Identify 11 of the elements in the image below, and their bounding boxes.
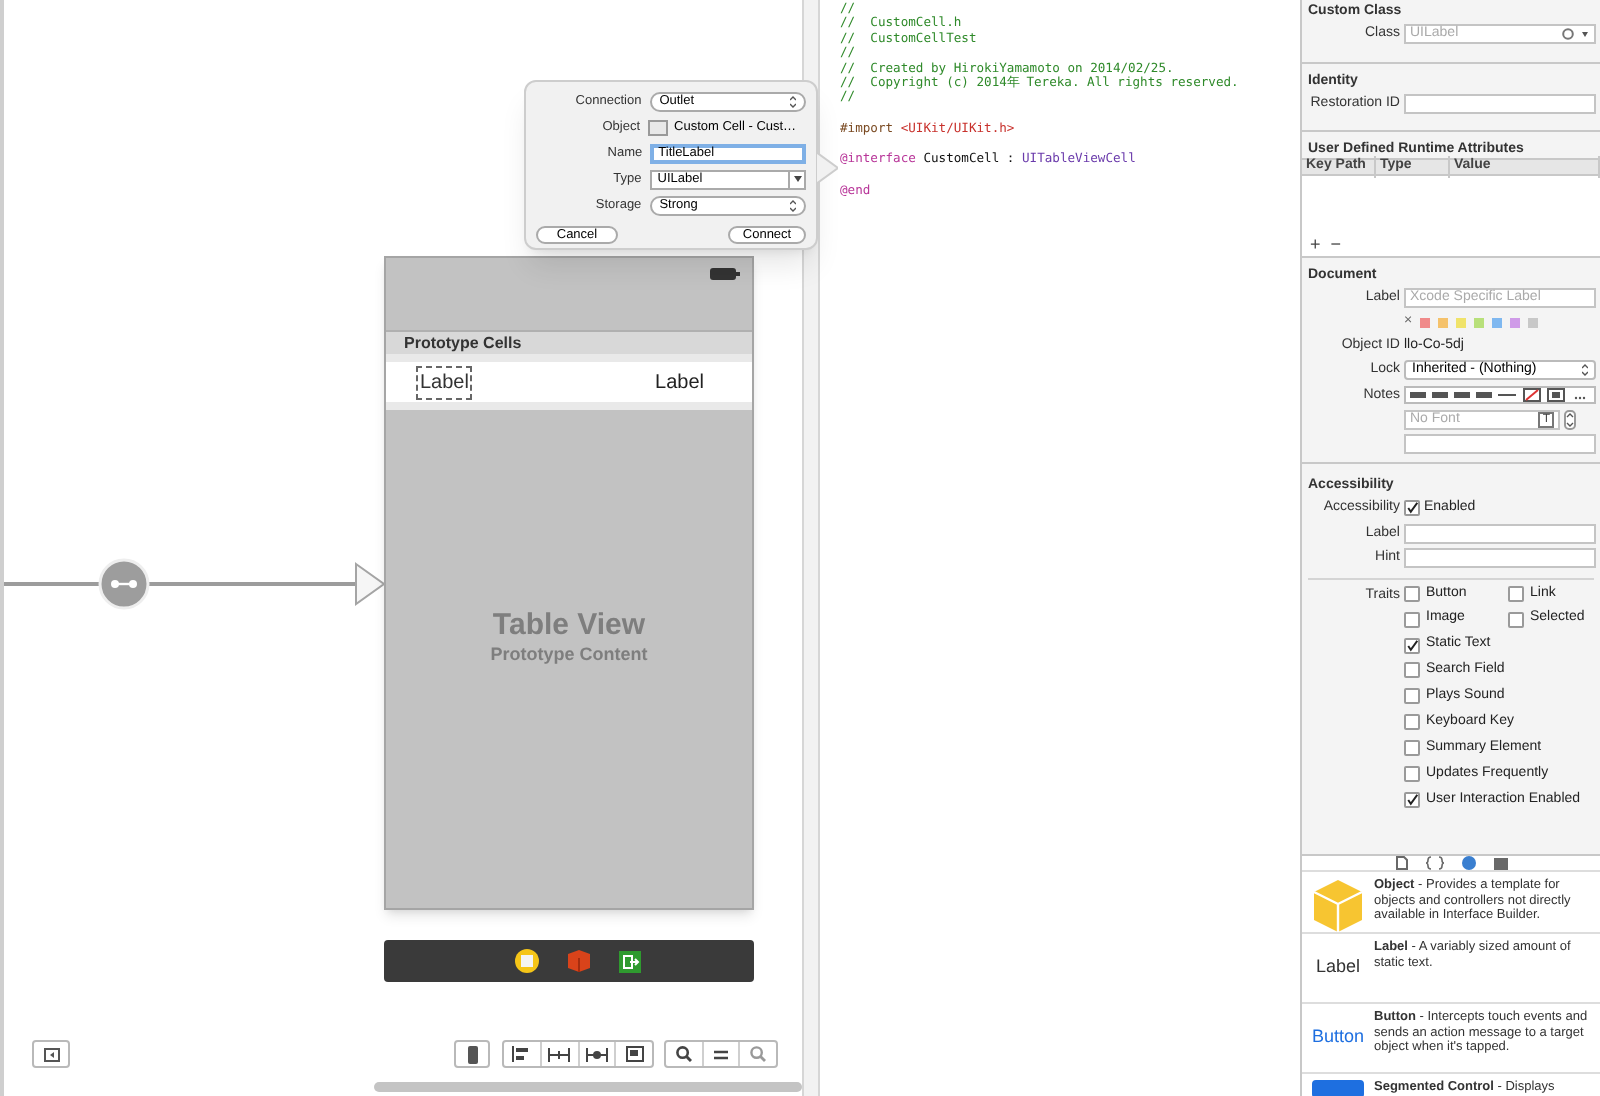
table-view-controller-scene[interactable]: Prototype Cells Label Label Table View Prototype Content <box>384 256 754 910</box>
table-view-title: Table View <box>492 608 646 643</box>
label-preview[interactable]: Label <box>1315 954 1361 982</box>
table-cell[interactable]: Label Label <box>386 354 752 410</box>
button-preview[interactable]: Button <box>1311 1024 1365 1052</box>
remove-button[interactable]: − <box>1330 232 1342 260</box>
cell-label[interactable]: Label <box>655 367 704 397</box>
selected-label[interactable]: Label <box>418 367 471 397</box>
table-view-subtitle: Prototype Content <box>490 642 648 669</box>
section-header: Prototype Cells <box>386 332 752 354</box>
add-button[interactable]: + <box>1310 232 1321 260</box>
